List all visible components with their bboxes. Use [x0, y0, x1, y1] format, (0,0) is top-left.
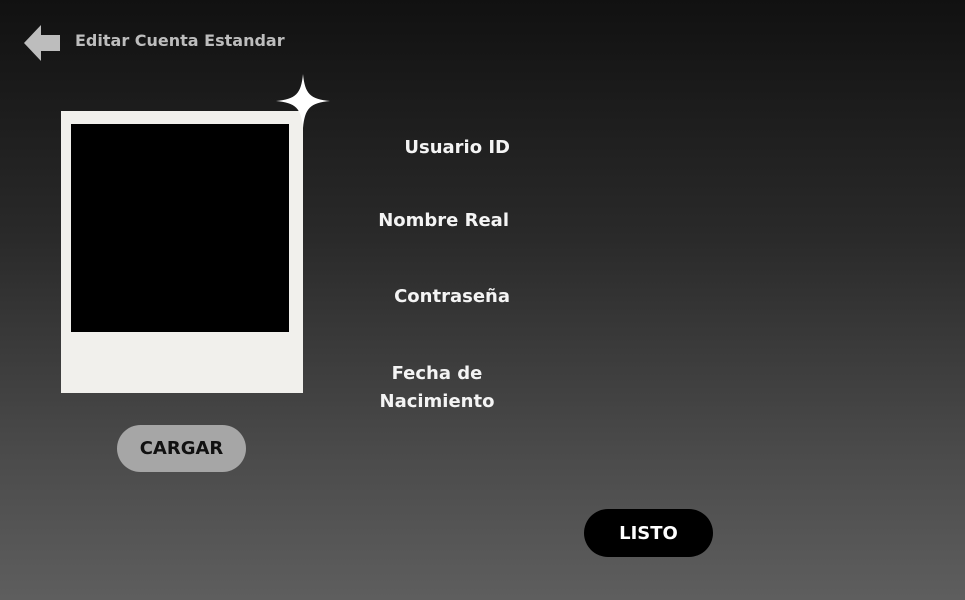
user-id-label: Usuario ID [404, 137, 510, 158]
done-button[interactable]: LISTO [584, 509, 713, 557]
upload-photo-button[interactable]: CARGAR [117, 425, 246, 472]
password-input[interactable] [530, 281, 910, 315]
birth-date-input[interactable] [530, 372, 910, 406]
back-button[interactable] [24, 25, 62, 61]
password-label: Contraseña [394, 286, 510, 307]
arrow-left-icon [24, 25, 60, 61]
sparkle-icon [276, 74, 330, 128]
profile-photo-frame [61, 111, 303, 393]
user-id-input[interactable] [530, 131, 910, 165]
birth-date-label: Fecha de Nacimiento [367, 360, 507, 416]
real-name-label: Nombre Real [378, 210, 509, 231]
real-name-input[interactable] [530, 205, 910, 239]
birth-date-label-line1: Fecha de [391, 363, 483, 384]
birth-date-label-line2: Nacimiento [379, 391, 495, 412]
page-title: Editar Cuenta Estandar [75, 31, 285, 50]
profile-photo [71, 124, 289, 332]
